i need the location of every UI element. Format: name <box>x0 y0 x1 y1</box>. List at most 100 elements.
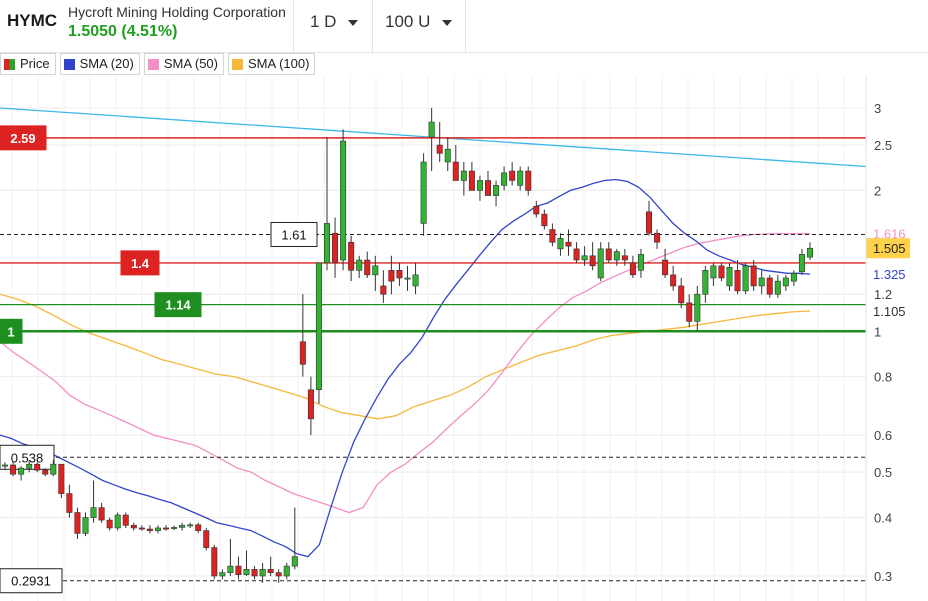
price-level-text: 0.538 <box>11 450 44 465</box>
candle-body <box>283 565 290 577</box>
candle-body <box>670 274 677 287</box>
price-chart[interactable]: 3 2.5 2 1.2 1 0.8 0.6 0.5 0.4 0.3 2.59 1.4 1.14 1 1.61… <box>0 76 928 601</box>
price-level-text: 1.4 <box>131 256 150 271</box>
candle <box>291 507 298 570</box>
legend-item-sma50[interactable]: SMA (50) <box>143 53 224 75</box>
candle <box>806 242 813 261</box>
candle <box>605 242 612 263</box>
candle <box>444 137 451 172</box>
candle-body <box>163 527 170 530</box>
range-value: 100 U <box>385 12 431 31</box>
candle <box>686 294 693 328</box>
legend-item-sma20[interactable]: SMA (20) <box>59 53 140 75</box>
candle <box>227 538 234 576</box>
company-name: Hycroft Mining Holding Corporation <box>68 4 286 20</box>
candle <box>74 507 81 539</box>
candle <box>195 522 202 534</box>
axis-value-text: 1.325 <box>873 267 906 282</box>
candle <box>18 466 25 481</box>
candle-body <box>1 464 9 467</box>
ticker-symbol[interactable]: HYMC <box>7 11 57 31</box>
candle-body <box>195 524 202 531</box>
candle <box>211 544 218 580</box>
candle-body <box>396 269 403 279</box>
candle <box>678 277 685 309</box>
candle <box>388 255 395 295</box>
header-divider <box>465 0 466 52</box>
candle-body <box>484 180 491 196</box>
candle <box>58 463 65 499</box>
price-level-label: 1 <box>0 318 23 344</box>
candle <box>798 248 805 275</box>
candle-body <box>82 517 89 534</box>
candle-body <box>678 285 685 304</box>
candle-body <box>332 232 339 264</box>
candle-body <box>122 514 129 526</box>
candle <box>565 229 572 256</box>
candle-body <box>637 254 644 271</box>
legend-label: SMA (50) <box>163 56 218 71</box>
candle-body <box>42 469 49 475</box>
y-tick-label: 0.5 <box>874 465 892 480</box>
candle <box>380 270 387 303</box>
candle <box>557 233 564 256</box>
candle-body <box>645 211 652 234</box>
candle-body <box>388 269 395 282</box>
candle-body <box>307 389 314 420</box>
candle <box>573 242 580 263</box>
header-divider <box>293 0 294 52</box>
candle-body <box>621 255 628 261</box>
candle <box>364 251 371 278</box>
candle-body <box>517 170 524 186</box>
candle-body <box>179 524 186 528</box>
legend-item-price[interactable]: Price <box>0 53 56 75</box>
interval-dropdown[interactable]: 1 D <box>310 12 359 32</box>
candle-body <box>694 293 701 322</box>
candle-body <box>573 248 580 261</box>
candle <box>436 122 443 163</box>
candle <box>525 166 532 196</box>
candle-body <box>275 572 282 577</box>
candle <box>742 262 749 295</box>
candle-body <box>323 223 330 264</box>
candle <box>629 255 636 278</box>
candle <box>146 525 153 534</box>
candle <box>396 262 403 286</box>
range-dropdown[interactable]: 100 U <box>385 12 453 32</box>
candle-body <box>154 527 161 531</box>
chart-header: HYMC Hycroft Mining Holding Corporation … <box>0 0 928 53</box>
candle <box>404 265 411 291</box>
candle-body <box>613 251 620 261</box>
candle-body <box>581 255 588 261</box>
legend-label: SMA (20) <box>79 56 134 71</box>
candle <box>412 262 419 295</box>
candle-body <box>364 259 371 276</box>
candle <box>766 274 773 298</box>
candle <box>533 200 540 218</box>
candle <box>332 217 339 278</box>
candle-body <box>718 265 725 279</box>
candle-body <box>790 273 797 282</box>
candle-body <box>589 255 596 267</box>
candle-body <box>10 464 17 475</box>
candle-body <box>299 341 306 365</box>
candle-body <box>710 265 717 279</box>
candle-body <box>468 170 475 191</box>
candle-body <box>686 302 693 322</box>
candle-body <box>211 547 218 577</box>
candle <box>710 262 717 286</box>
candle-body <box>605 248 612 261</box>
candle <box>637 248 644 278</box>
candle <box>251 566 258 580</box>
candle <box>98 502 105 523</box>
candle <box>130 522 137 531</box>
sma50-swatch-icon <box>147 58 159 70</box>
candle-body <box>26 463 33 469</box>
candle-body <box>597 248 604 279</box>
candle-body <box>106 519 113 529</box>
candle-body <box>444 148 451 163</box>
candle <box>299 294 306 377</box>
legend-item-sma100[interactable]: SMA (100) <box>228 53 316 75</box>
candle-body <box>114 514 121 529</box>
candle-body <box>412 274 419 287</box>
